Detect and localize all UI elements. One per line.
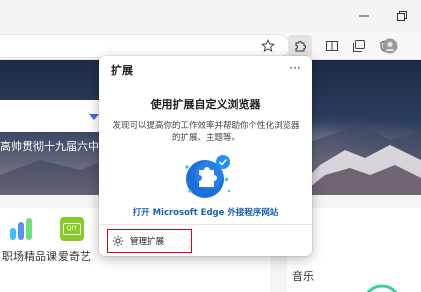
popup-title: 扩展 bbox=[111, 64, 133, 77]
profile-button[interactable] bbox=[378, 35, 402, 57]
open-addons-store-link[interactable]: 打开 Microsoft Edge 外接程序网站 bbox=[99, 206, 312, 218]
profile-avatar-icon bbox=[382, 38, 398, 54]
minimize-icon bbox=[359, 15, 369, 17]
extensions-popup: 扩展 ··· 使用扩展自定义浏览器 发现可以提高你的工作效率并帮助你个性化浏览器… bbox=[99, 56, 312, 256]
extensions-button[interactable] bbox=[288, 35, 312, 57]
split-screen-button[interactable] bbox=[320, 35, 344, 57]
music-progress-ring bbox=[366, 284, 398, 292]
gear-icon bbox=[112, 235, 124, 247]
title-bar bbox=[0, 0, 421, 32]
collections-button[interactable] bbox=[347, 35, 371, 57]
music-label[interactable]: 音乐 bbox=[292, 268, 314, 284]
app-label-courses: 职场精品课 bbox=[2, 250, 57, 263]
manage-extensions-label: 管理扩展 bbox=[130, 237, 165, 247]
collections-icon bbox=[353, 40, 365, 52]
maximize-button[interactable] bbox=[379, 0, 421, 32]
favorite-button[interactable] bbox=[256, 35, 280, 57]
extension-illustration-icon bbox=[185, 155, 231, 198]
app-label-iqiyi: 爱奇艺 bbox=[58, 250, 91, 263]
manage-extensions-button[interactable]: 管理扩展 bbox=[107, 229, 192, 253]
popup-description: 发现可以提高你的工作效率并帮助你个性化浏览器的扩展、主题等。 bbox=[112, 121, 300, 143]
split-screen-icon bbox=[326, 41, 338, 51]
address-bar[interactable] bbox=[0, 34, 290, 58]
favorite-star-icon bbox=[261, 39, 275, 53]
search-box[interactable] bbox=[0, 100, 103, 132]
iqiyi-logo-text: QIY bbox=[63, 223, 81, 235]
news-headline[interactable]: 高帅贯彻十九届六中全会 bbox=[0, 138, 103, 156]
restore-icon bbox=[397, 11, 407, 21]
app-icon-iqiyi[interactable]: QIY bbox=[60, 217, 84, 241]
popup-divider bbox=[99, 224, 312, 225]
search-dropdown-icon[interactable] bbox=[89, 114, 99, 120]
app-icon-courses[interactable] bbox=[8, 218, 34, 242]
popup-heading: 使用扩展自定义浏览器 bbox=[150, 98, 261, 111]
popup-header: 扩展 ··· bbox=[99, 56, 312, 82]
more-options-button[interactable]: ··· bbox=[285, 59, 305, 79]
extensions-puzzle-icon bbox=[295, 41, 306, 52]
